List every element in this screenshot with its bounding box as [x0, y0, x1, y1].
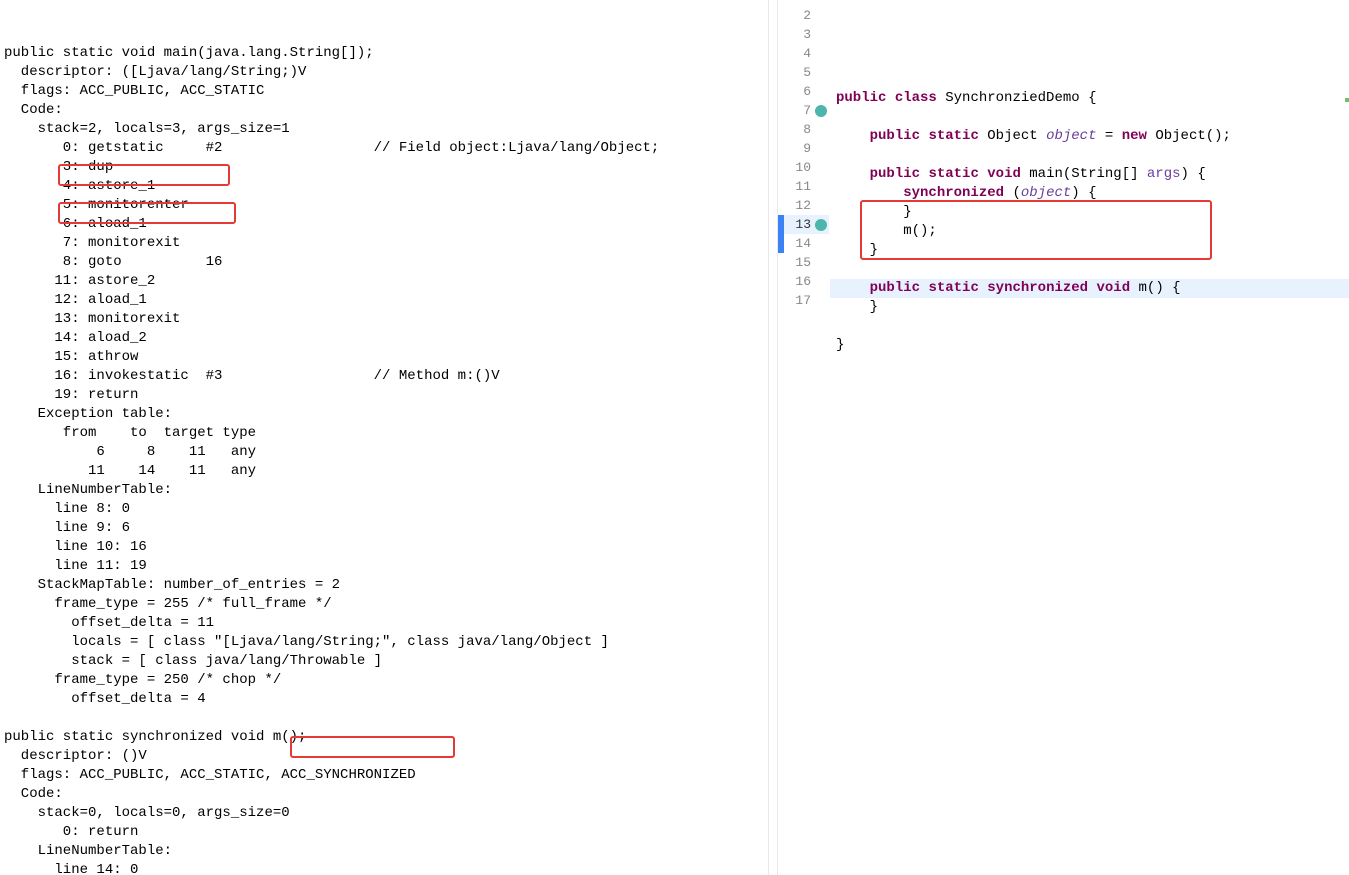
pane-divider[interactable] — [768, 0, 778, 875]
code-line[interactable] — [830, 146, 1349, 165]
code-line[interactable]: } — [830, 298, 1349, 317]
overview-marker — [1345, 98, 1349, 102]
line-number[interactable]: 16 — [778, 272, 829, 291]
line-number[interactable]: 14 — [778, 234, 829, 253]
line-number[interactable]: 12 — [778, 196, 829, 215]
source-code-area[interactable]: public class SynchronziedDemo { public s… — [830, 0, 1349, 875]
line-number[interactable]: 7 — [778, 101, 829, 120]
code-line[interactable] — [830, 260, 1349, 279]
code-line[interactable]: public static void main(String[] args) { — [830, 165, 1349, 184]
line-number[interactable]: 11 — [778, 177, 829, 196]
code-line[interactable] — [830, 317, 1349, 336]
line-number[interactable]: 17 — [778, 291, 829, 310]
code-line[interactable] — [830, 108, 1349, 127]
code-line[interactable]: public static synchronized void m() { — [830, 279, 1349, 298]
line-number[interactable]: 4 — [778, 44, 829, 63]
code-line[interactable]: public class SynchronziedDemo { — [830, 89, 1349, 108]
line-number-gutter[interactable]: 234567891011121314151617 — [778, 0, 830, 875]
line-number[interactable]: 9 — [778, 139, 829, 158]
line-number[interactable]: 2 — [778, 6, 829, 25]
code-line[interactable]: } — [830, 241, 1349, 260]
line-number[interactable]: 10 — [778, 158, 829, 177]
line-number[interactable]: 8 — [778, 120, 829, 139]
code-line[interactable]: synchronized (object) { — [830, 184, 1349, 203]
bytecode-pane[interactable]: public static void main(java.lang.String… — [0, 0, 768, 875]
line-number[interactable]: 3 — [778, 25, 829, 44]
source-editor-pane[interactable]: 234567891011121314151617 public class Sy… — [778, 0, 1349, 875]
bytecode-text: public static void main(java.lang.String… — [4, 44, 768, 875]
line-number[interactable]: 6 — [778, 82, 829, 101]
code-line[interactable]: m(); — [830, 222, 1349, 241]
line-number[interactable]: 13 — [778, 215, 829, 234]
code-line[interactable]: } — [830, 336, 1349, 355]
code-line[interactable] — [830, 355, 1349, 374]
code-line[interactable]: public static Object object = new Object… — [830, 127, 1349, 146]
override-marker-icon[interactable] — [815, 105, 827, 117]
line-number[interactable]: 5 — [778, 63, 829, 82]
code-line[interactable] — [830, 70, 1349, 89]
line-number[interactable]: 15 — [778, 253, 829, 272]
override-marker-icon[interactable] — [815, 219, 827, 231]
code-line[interactable]: } — [830, 203, 1349, 222]
